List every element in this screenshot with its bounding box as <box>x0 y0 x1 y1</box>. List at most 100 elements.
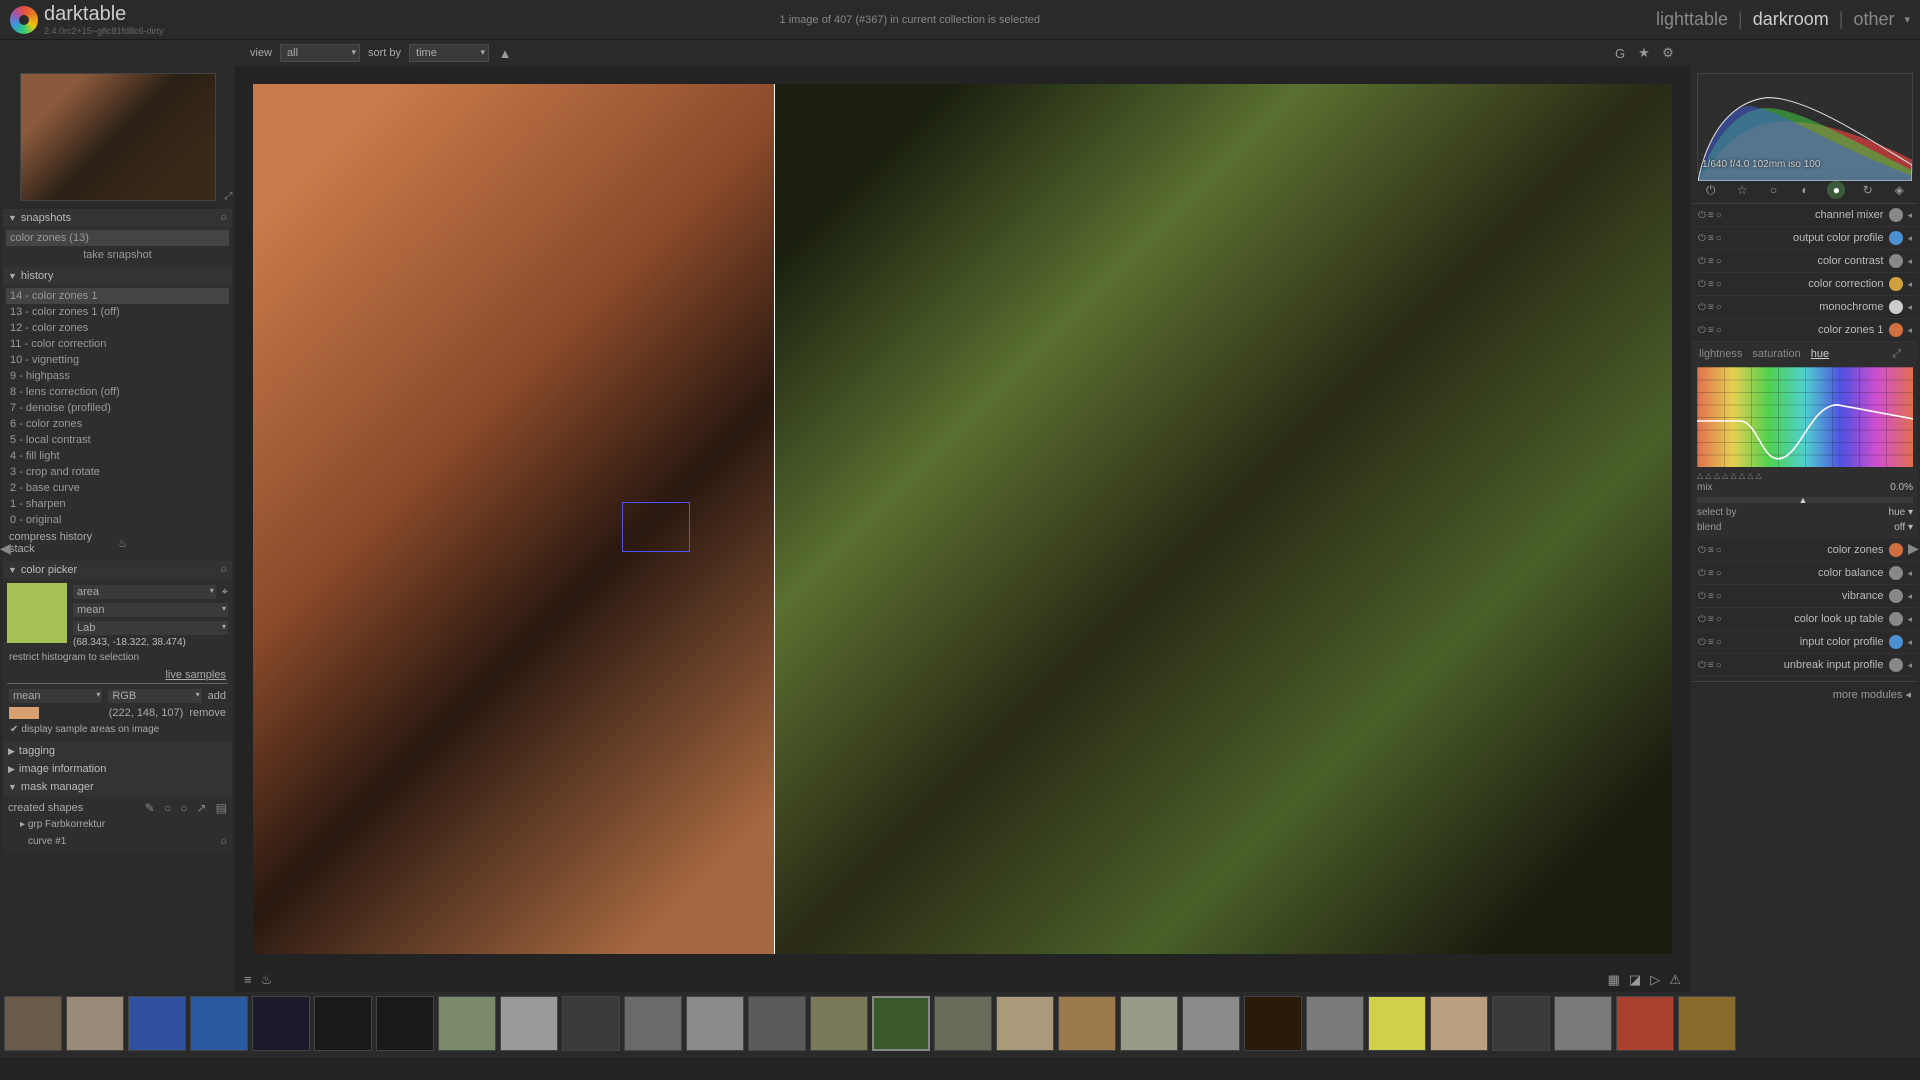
enable-icon[interactable]: ⏻ <box>1698 545 1706 556</box>
history-item[interactable]: 0 - original <box>6 512 229 528</box>
module-row[interactable]: ⏻≡○color zones◂ <box>1693 539 1917 562</box>
tagging-header[interactable]: ▶ tagging <box>3 742 232 760</box>
filmstrip-thumb[interactable] <box>314 996 372 1051</box>
gear-icon[interactable]: ⚙ <box>1660 45 1676 61</box>
filmstrip-thumb[interactable] <box>1368 996 1426 1051</box>
reset-icon[interactable]: ○ <box>220 564 227 576</box>
filmstrip-thumb[interactable] <box>1306 996 1364 1051</box>
enable-icon[interactable]: ⏻ <box>1698 233 1706 244</box>
correction-icon[interactable]: ↻ <box>1859 181 1877 199</box>
menu-icon[interactable]: ≡ <box>1708 210 1714 221</box>
menu-icon[interactable]: ≡ <box>1708 256 1714 267</box>
basic-icon[interactable]: ○ <box>1765 181 1783 199</box>
warning-icon[interactable]: ⚠ <box>1669 972 1681 987</box>
history-item[interactable]: 4 - fill light <box>6 448 229 464</box>
filmstrip-thumb[interactable] <box>810 996 868 1051</box>
nav-darkroom[interactable]: darkroom <box>1753 9 1829 30</box>
tab-hue[interactable]: hue <box>1811 348 1829 361</box>
enable-icon[interactable]: ⏻ <box>1698 302 1706 313</box>
menu-icon[interactable]: ≡ <box>1708 660 1714 671</box>
filmstrip-thumb[interactable] <box>1492 996 1550 1051</box>
restrict-histogram-label[interactable]: restrict histogram to selection <box>7 648 228 667</box>
menu-icon[interactable]: ≡ <box>1708 591 1714 602</box>
tab-lightness[interactable]: lightness <box>1699 348 1742 361</box>
nav-other[interactable]: other <box>1853 9 1894 30</box>
filmstrip-thumb[interactable] <box>1616 996 1674 1051</box>
gradient-icon[interactable]: ▤ <box>216 801 227 815</box>
select-by-dropdown[interactable]: hue ▾ <box>1889 507 1913 518</box>
filmstrip-thumb[interactable] <box>1058 996 1116 1051</box>
menu-icon[interactable]: ≡ <box>1708 325 1714 336</box>
tab-saturation[interactable]: saturation <box>1752 348 1800 361</box>
compress-history-button[interactable]: compress history stack <box>9 531 118 555</box>
history-item[interactable]: 1 - sharpen <box>6 496 229 512</box>
expand-icon[interactable]: ⤢ <box>1892 348 1901 361</box>
menu-icon[interactable]: ≡ <box>1708 637 1714 648</box>
color-zones-graph[interactable] <box>1697 367 1913 467</box>
nav-dropdown-icon[interactable]: ▾ <box>1904 13 1910 26</box>
snapshot-item[interactable]: color zones (13) <box>6 230 229 246</box>
filmstrip-thumb[interactable] <box>1430 996 1488 1051</box>
styles-icon[interactable]: ♨ <box>118 537 227 550</box>
sort-direction-icon[interactable]: ▲ <box>497 45 513 61</box>
filmstrip[interactable] <box>0 992 1920 1057</box>
circle-icon[interactable]: ○ <box>180 801 187 815</box>
display-samples-checkbox[interactable]: ✔ <box>10 724 18 735</box>
enable-icon[interactable]: ⏻ <box>1698 614 1706 625</box>
module-row[interactable]: ⏻≡○color look up table◂ <box>1693 608 1917 631</box>
history-item[interactable]: 5 - local contrast <box>6 432 229 448</box>
softproof-icon[interactable]: ◪ <box>1629 972 1641 987</box>
image-view[interactable] <box>253 84 1672 954</box>
sample-stat-dropdown[interactable]: mean <box>9 689 102 703</box>
overexposed-icon[interactable]: ▷ <box>1650 972 1660 987</box>
history-item[interactable]: 2 - base curve <box>6 480 229 496</box>
history-item[interactable]: 13 - color zones 1 (off) <box>6 304 229 320</box>
filmstrip-thumb[interactable] <box>1678 996 1736 1051</box>
menu-icon[interactable]: ≡ <box>244 972 252 987</box>
gamut-icon[interactable]: ▦ <box>1608 972 1620 987</box>
image-info-header[interactable]: ▶ image information <box>3 760 232 778</box>
filmstrip-thumb[interactable] <box>4 996 62 1051</box>
mask-manager-header[interactable]: ▼ mask manager <box>3 778 232 796</box>
menu-icon[interactable]: ≡ <box>1708 302 1714 313</box>
history-item[interactable]: 8 - lens correction (off) <box>6 384 229 400</box>
enable-icon[interactable]: ⏻ <box>1698 637 1706 648</box>
module-row[interactable]: ⏻≡○output color profile◂ <box>1693 227 1917 250</box>
module-row[interactable]: ⏻≡○color correction◂ <box>1693 273 1917 296</box>
mask-group-item[interactable]: ▸ grp Farbkorrektur <box>6 817 229 832</box>
path-icon[interactable]: ↗ <box>197 801 207 815</box>
enable-icon[interactable]: ⏻ <box>1698 210 1706 221</box>
histogram[interactable]: 1/640 f/4.0 102mm iso 100 <box>1697 73 1913 173</box>
filmstrip-thumb[interactable] <box>748 996 806 1051</box>
module-row[interactable]: ⏻≡○unbreak input profile◂ <box>1693 654 1917 677</box>
power-icon[interactable]: ⏻ <box>1702 181 1720 199</box>
filmstrip-thumb[interactable] <box>252 996 310 1051</box>
history-item[interactable]: 6 - color zones <box>6 416 229 432</box>
enable-icon[interactable]: ⏻ <box>1698 256 1706 267</box>
g-icon[interactable]: G <box>1612 45 1628 61</box>
filmstrip-thumb[interactable] <box>1182 996 1240 1051</box>
filmstrip-thumb[interactable] <box>934 996 992 1051</box>
collapse-left-icon[interactable]: ◀ <box>0 540 12 560</box>
menu-icon[interactable]: ≡ <box>1708 279 1714 290</box>
styles-icon[interactable]: ♨ <box>261 972 273 987</box>
star-icon[interactable]: ☆ <box>1733 181 1751 199</box>
history-item[interactable]: 14 - color zones 1 <box>6 288 229 304</box>
pencil-icon[interactable]: ✎ <box>145 801 155 815</box>
color-picker-rect[interactable] <box>622 502 690 552</box>
history-header[interactable]: ▼ history <box>3 267 232 285</box>
history-item[interactable]: 9 - highpass <box>6 368 229 384</box>
filmstrip-thumb[interactable] <box>996 996 1054 1051</box>
star-icon[interactable]: ★ <box>1636 45 1652 61</box>
menu-icon[interactable]: ≡ <box>1708 545 1714 556</box>
filmstrip-thumb[interactable] <box>1244 996 1302 1051</box>
filmstrip-thumb[interactable] <box>66 996 124 1051</box>
enable-icon[interactable]: ⏻ <box>1698 325 1706 336</box>
module-row[interactable]: ⏻≡○color balance◂ <box>1693 562 1917 585</box>
sort-dropdown[interactable]: time <box>409 44 489 62</box>
nav-lighttable[interactable]: lighttable <box>1656 9 1728 30</box>
take-snapshot-button[interactable]: take snapshot <box>6 246 229 264</box>
reset-icon[interactable]: ○ <box>220 212 227 224</box>
enable-icon[interactable]: ⏻ <box>1698 660 1706 671</box>
eyedropper-icon[interactable]: ⌖ <box>222 586 228 599</box>
